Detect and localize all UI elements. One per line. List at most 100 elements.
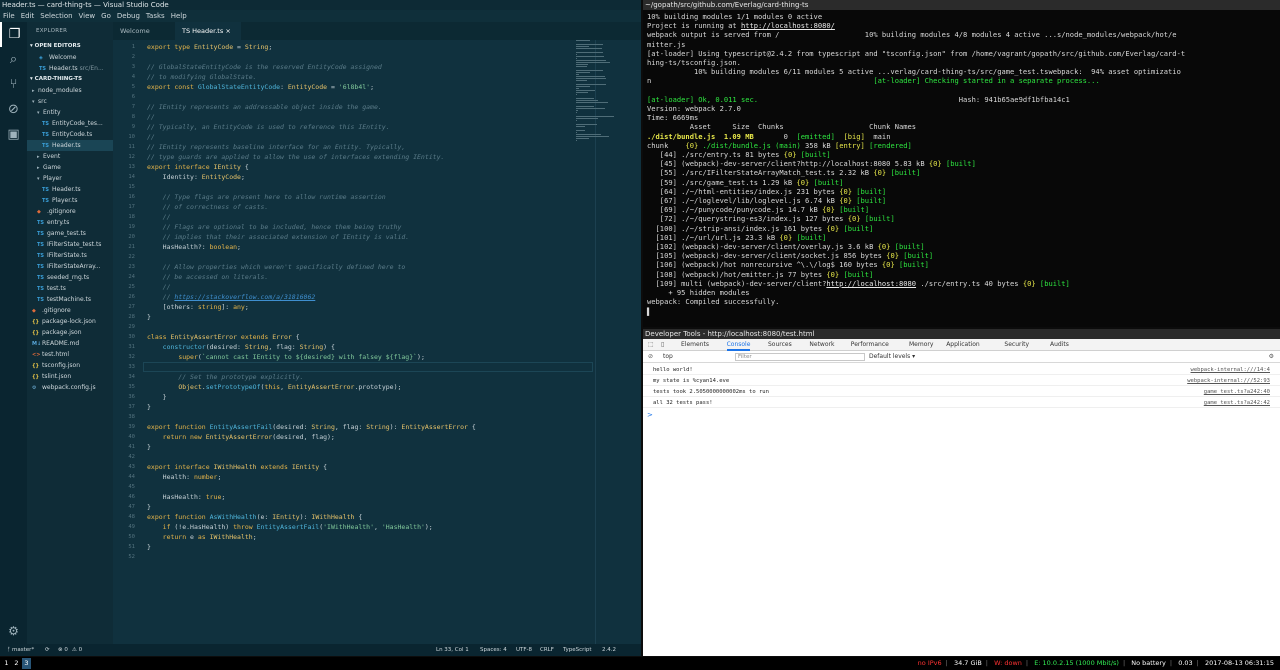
language-mode[interactable]: TypeScript	[563, 644, 592, 656]
terminal-line: Version: webpack 2.7.0	[647, 104, 1276, 113]
errors-count[interactable]: ⊗ 0	[58, 644, 68, 656]
tree-item[interactable]: ⚙ webpack.config.js	[27, 382, 113, 393]
tab-welcome[interactable]: Welcome	[113, 22, 175, 40]
tree-item[interactable]: TS Header.ts	[27, 184, 113, 195]
tree-item[interactable]: {} tsconfig.json	[27, 360, 113, 371]
devtools-tab-console[interactable]: Console	[726, 339, 751, 351]
code-token: :	[280, 83, 288, 91]
context-selector[interactable]: top	[663, 351, 673, 363]
warnings-count[interactable]: ⚠ 0	[72, 644, 82, 656]
tree-item[interactable]: ◆ .gitignore	[27, 206, 113, 217]
tree-item[interactable]: ◆ .gitignore	[27, 305, 113, 316]
devtools-tab-network[interactable]: Network	[809, 339, 834, 351]
tree-item[interactable]: TS EntityCode_tes...	[27, 118, 113, 129]
close-icon[interactable]: ×	[225, 27, 230, 35]
devtools-tab-elements[interactable]: Elements	[681, 339, 709, 351]
console-source-link[interactable]: game_test.ts?a242:40	[1204, 387, 1270, 397]
tab-header-ts[interactable]: TS Header.ts ×	[175, 22, 241, 40]
menu-debug[interactable]: Debug	[114, 12, 143, 20]
console-row: all 32 tests pass! game_test.ts?a242:42	[643, 398, 1280, 408]
tree-item[interactable]: ▸ node_modules	[27, 85, 113, 96]
workspace-3[interactable]: 3	[22, 658, 31, 669]
code-token: export function	[147, 513, 210, 521]
console-source-link[interactable]: webpack-internal:///14:4	[1191, 365, 1270, 375]
tree-item[interactable]: ▾ Entity	[27, 107, 113, 118]
devtools-tab-sources[interactable]: Sources	[768, 339, 792, 351]
console-prompt[interactable]: >	[647, 411, 653, 419]
tree-item[interactable]: TS IFilterState.ts	[27, 250, 113, 261]
ts-version[interactable]: 2.4.2	[602, 644, 616, 656]
open-editor-item[interactable]: TS Header.ts src/En...	[27, 63, 113, 74]
line-ending[interactable]: CRLF	[540, 644, 554, 656]
tree-item[interactable]: ▸ Event	[27, 151, 113, 162]
branch-indicator[interactable]: ᚠ master*	[7, 644, 34, 656]
device-icon[interactable]: ▯	[661, 339, 664, 351]
line-number: 10	[128, 134, 135, 140]
sync-icon[interactable]: ⟳	[45, 644, 50, 656]
terminal-token: {0}	[847, 214, 861, 224]
tree-item[interactable]: TS IFilterState_test.ts	[27, 239, 113, 250]
console-filter-input[interactable]: Filter	[735, 353, 865, 361]
code-token: // Allow properties which weren't specif…	[147, 263, 406, 271]
devtools-tab-performance[interactable]: Performance	[851, 339, 889, 351]
tree-item[interactable]: TS EntityCode.ts	[27, 129, 113, 140]
terminal-token: {0}	[796, 177, 810, 187]
tree-item[interactable]: TS IFilterStateArray...	[27, 261, 113, 272]
menu-edit[interactable]: Edit	[18, 12, 38, 20]
tree-item[interactable]: ▸ Game	[27, 162, 113, 173]
tree-item[interactable]: <> test.html	[27, 349, 113, 360]
open-editor-label: Header.ts	[49, 65, 78, 72]
menu-go[interactable]: Go	[98, 12, 114, 20]
tree-item[interactable]: TS seeded_rng.ts	[27, 272, 113, 283]
project-section[interactable]: ▾ CARD-THING-TS	[27, 74, 113, 85]
menu-help[interactable]: Help	[168, 12, 190, 20]
tree-item[interactable]: TS testMachine.ts	[27, 294, 113, 305]
devtools-tab-memory[interactable]: Memory	[909, 339, 933, 351]
line-number: 41	[128, 444, 135, 450]
code-editor[interactable]: 1 export type EntityCode = String; 2 3// Gl…	[113, 40, 641, 644]
tree-item[interactable]: M↓README.md	[27, 338, 113, 349]
tree-item[interactable]: TS game_test.ts	[27, 228, 113, 239]
devtools-tab-security[interactable]: Security	[1004, 339, 1029, 351]
log-levels-dropdown[interactable]: Default levels ▾	[869, 351, 915, 363]
menu-tasks[interactable]: Tasks	[143, 12, 168, 20]
tree-item[interactable]: TS Player.ts	[27, 195, 113, 206]
tree-item[interactable]: TS Header.ts	[27, 140, 113, 151]
devtools-tab-application[interactable]: Application	[946, 339, 980, 351]
devtools-tab-audits[interactable]: Audits	[1050, 339, 1069, 351]
open-editors-section[interactable]: ▾ OPEN EDITORS	[27, 41, 113, 52]
terminal-window[interactable]: ~/gopath/src/github.com/Everlag/card-thi…	[643, 0, 1280, 327]
inspect-icon[interactable]: ⬚	[648, 339, 654, 351]
line-number: 1	[131, 44, 135, 50]
gear-icon[interactable]: ⚙	[1269, 351, 1274, 363]
workspace-2[interactable]: 2	[12, 658, 21, 669]
workspace-1[interactable]: 1	[2, 658, 11, 669]
tree-item[interactable]: TS entry.ts	[27, 217, 113, 228]
tree-item[interactable]: ▾ src	[27, 96, 113, 107]
clear-console-icon[interactable]: ⊘	[648, 351, 653, 363]
files-icon[interactable]: ❐	[0, 22, 27, 47]
code-line: // be accessed on literals.	[147, 272, 269, 282]
minimap[interactable]	[576, 40, 621, 160]
tree-item[interactable]: {} package-lock.json	[27, 316, 113, 327]
menu-file[interactable]: File	[0, 12, 18, 20]
tree-item[interactable]: TS test.ts	[27, 283, 113, 294]
search-icon[interactable]: ⌕	[0, 47, 27, 72]
extensions-icon[interactable]: ▣	[0, 122, 27, 147]
tree-item[interactable]: {} tslint.json	[27, 371, 113, 382]
indentation[interactable]: Spaces: 4	[480, 644, 507, 656]
console-source-link[interactable]: game_test.ts?a242:42	[1204, 398, 1270, 408]
menu-selection[interactable]: Selection	[37, 12, 75, 20]
tree-item[interactable]: ▾ Player	[27, 173, 113, 184]
source-control-icon[interactable]: ⑂	[0, 72, 27, 97]
console-source-link[interactable]: webpack-internal:///52:93	[1187, 376, 1270, 386]
encoding[interactable]: UTF-8	[516, 644, 532, 656]
cursor-position[interactable]: Ln 33, Col 1	[436, 644, 469, 656]
menu-view[interactable]: View	[76, 12, 99, 20]
debug-icon[interactable]: ⊘	[0, 97, 27, 122]
tree-item[interactable]: {} package.json	[27, 327, 113, 338]
open-editor-item[interactable]: ◈ Welcome	[27, 52, 113, 63]
gear-icon[interactable]: ⚙	[0, 624, 27, 638]
code-token: constructor	[162, 343, 206, 351]
